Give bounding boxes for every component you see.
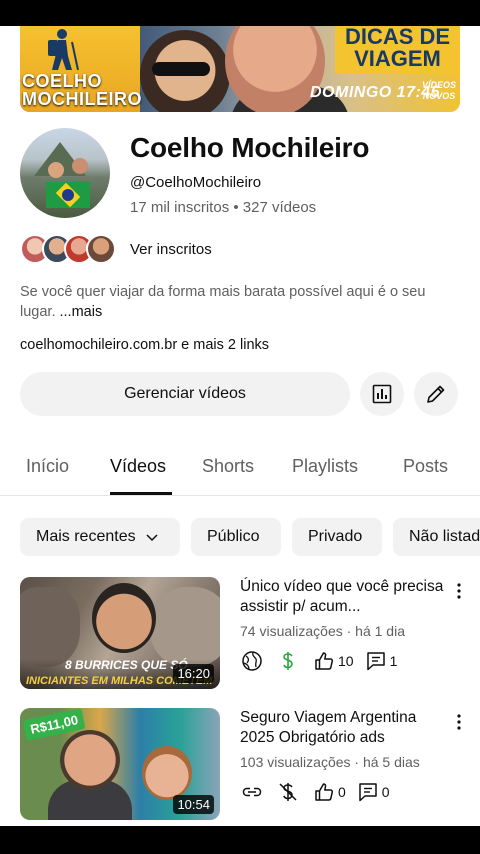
comments-count: 1 bbox=[389, 653, 398, 669]
video-meta: 103 visualizações · há 5 dias bbox=[240, 754, 420, 770]
sort-chip-label: Mais recentes bbox=[36, 528, 136, 545]
unlisted-chip[interactable]: Não listad bbox=[393, 518, 480, 556]
pencil-icon bbox=[427, 385, 445, 403]
banner-brand-text: COELHO MOCHILEIRO bbox=[22, 72, 142, 108]
avatar-person-2 bbox=[72, 158, 88, 174]
channel-description[interactable]: Se você quer viajar da forma mais barata… bbox=[20, 282, 460, 322]
banner-novos: VÍDEOS NOVOS bbox=[422, 80, 456, 102]
banner-novos-line2: NOVOS bbox=[422, 91, 456, 101]
channel-screen: COELHO MOCHILEIRO DICAS DE VIAGEM DOMING… bbox=[0, 26, 480, 826]
thumb-man bbox=[60, 730, 120, 790]
thumb-caption-line1: 8 BURRICES QUE SÓ bbox=[65, 658, 188, 672]
like-icon bbox=[312, 649, 336, 673]
description-more-link[interactable]: ...mais bbox=[60, 304, 103, 320]
tab-playlists[interactable]: Playlists bbox=[292, 456, 358, 477]
avatar-person-1 bbox=[48, 162, 64, 178]
banner-dicas-line2: VIAGEM bbox=[354, 46, 441, 71]
brazil-flag-icon bbox=[46, 182, 90, 208]
tab-videos[interactable]: Vídeos bbox=[110, 456, 166, 477]
view-subscribers-link[interactable]: Ver inscritos bbox=[130, 241, 212, 258]
video-item[interactable]: 8 BURRICES QUE SÓ INICIANTES EM MILHAS C… bbox=[20, 577, 480, 689]
subscribers-row[interactable]: Ver inscritos bbox=[20, 232, 212, 266]
thumb-man bbox=[92, 583, 156, 653]
banner-brand-line2: MOCHILEIRO bbox=[22, 89, 142, 109]
banner-brand-line1: COELHO bbox=[22, 71, 103, 91]
channel-handle: @CoelhoMochileiro bbox=[130, 174, 262, 191]
thumb-donkey bbox=[150, 587, 220, 667]
video-stats: 10 1 bbox=[240, 649, 397, 673]
thumb-woman bbox=[142, 746, 192, 800]
channel-avatar[interactable] bbox=[20, 128, 110, 218]
globe-icon bbox=[240, 649, 264, 673]
video-stats: 0 0 bbox=[240, 780, 390, 804]
bottom-black-bar bbox=[0, 826, 480, 854]
video-meta: 74 visualizações · há 1 dia bbox=[240, 623, 405, 639]
analytics-button[interactable] bbox=[360, 372, 404, 416]
banner-sunglasses bbox=[152, 62, 210, 76]
subscriber-avatar bbox=[86, 234, 116, 264]
video-duration: 10:54 bbox=[173, 795, 214, 814]
chevron-down-icon bbox=[146, 534, 158, 542]
more-options-button[interactable] bbox=[450, 710, 468, 734]
channel-banner: COELHO MOCHILEIRO DICAS DE VIAGEM DOMING… bbox=[20, 26, 460, 112]
banner-dicas-panel: DICAS DE VIAGEM bbox=[335, 26, 460, 74]
analytics-icon bbox=[372, 384, 392, 404]
comments-count: 0 bbox=[381, 784, 390, 800]
like-icon bbox=[312, 780, 336, 804]
channel-title: Coelho Mochileiro bbox=[130, 132, 370, 163]
likes-count: 0 bbox=[338, 784, 346, 800]
link-icon bbox=[240, 780, 264, 804]
channel-links[interactable]: coelhomochileiro.com.br e mais 2 links bbox=[20, 337, 269, 353]
tab-posts[interactable]: Posts bbox=[403, 456, 448, 477]
hiker-logo-icon bbox=[48, 29, 79, 71]
banner-novos-line1: VÍDEOS bbox=[422, 80, 457, 90]
active-tab-indicator bbox=[110, 492, 172, 495]
tab-shorts[interactable]: Shorts bbox=[202, 456, 254, 477]
likes-count: 10 bbox=[338, 653, 354, 669]
kebab-icon bbox=[457, 714, 461, 730]
channel-stats: 17 mil inscritos • 327 vídeos bbox=[130, 199, 317, 216]
video-thumbnail[interactable]: 8 BURRICES QUE SÓ INICIANTES EM MILHAS C… bbox=[20, 577, 220, 689]
comment-icon bbox=[364, 649, 388, 673]
video-title[interactable]: Seguro Viagem Argentina 2025 Obrigatório… bbox=[240, 708, 445, 748]
private-chip[interactable]: Privado bbox=[292, 518, 382, 556]
manage-videos-button[interactable]: Gerenciar vídeos bbox=[20, 372, 350, 416]
public-chip[interactable]: Público bbox=[191, 518, 281, 556]
video-thumbnail[interactable]: R$11,00 10:54 bbox=[20, 708, 220, 820]
banner-dicas-line1: DICAS DE bbox=[344, 26, 451, 49]
dollar-icon bbox=[276, 649, 300, 673]
video-duration: 16:20 bbox=[173, 664, 214, 683]
kebab-icon bbox=[457, 583, 461, 599]
thumb-donkey bbox=[20, 587, 80, 667]
video-title[interactable]: Único vídeo que você precisa assistir p/… bbox=[240, 577, 445, 617]
sort-chip[interactable]: Mais recentes bbox=[20, 518, 180, 556]
more-options-button[interactable] bbox=[450, 579, 468, 603]
banner-schedule: DOMINGO 17:45 bbox=[310, 84, 441, 101]
dollar-off-icon bbox=[276, 780, 300, 804]
tab-inicio[interactable]: Início bbox=[26, 456, 69, 477]
video-item[interactable]: R$11,00 10:54 Seguro Viagem Argentina 20… bbox=[20, 708, 480, 820]
channel-tabs: Início Vídeos Shorts Playlists Posts bbox=[0, 446, 480, 496]
comment-icon bbox=[356, 780, 380, 804]
top-black-bar bbox=[0, 0, 480, 26]
edit-channel-button[interactable] bbox=[414, 372, 458, 416]
